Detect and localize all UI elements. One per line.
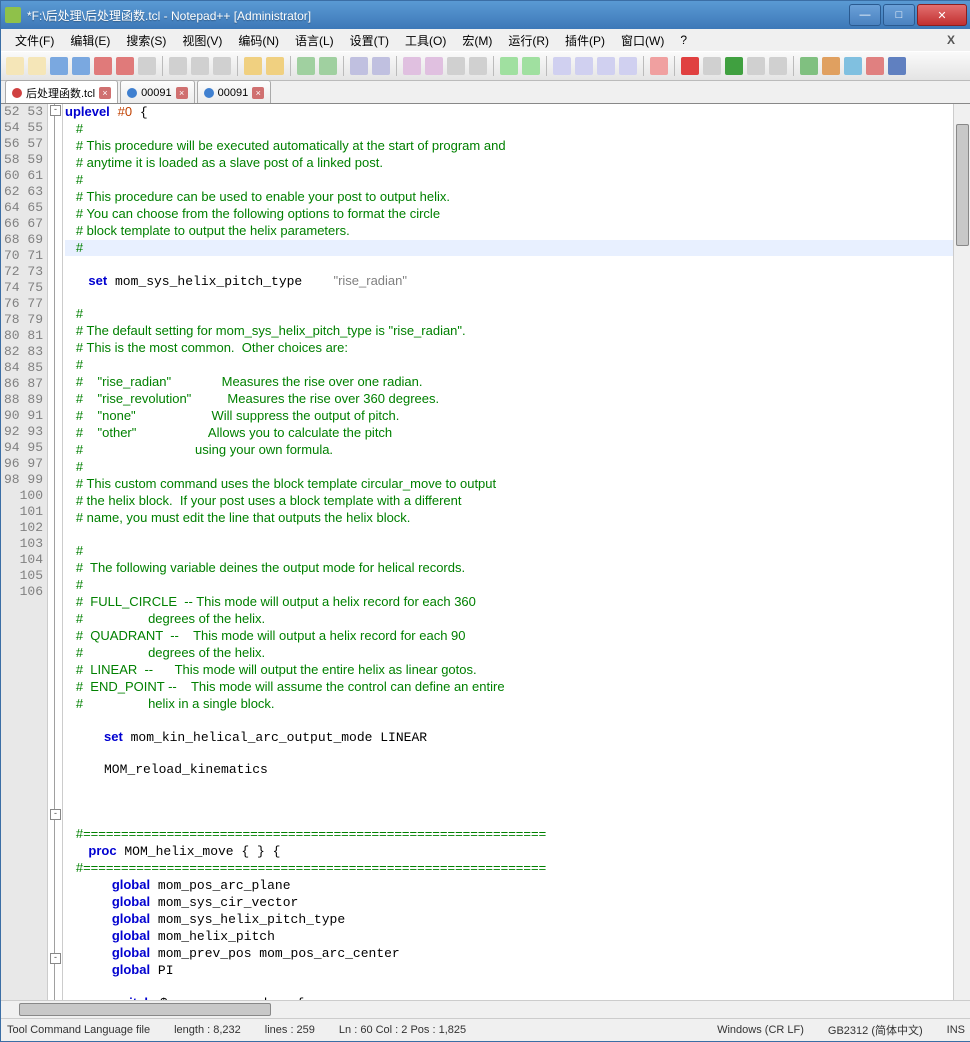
tab-label: 00091 — [218, 87, 249, 99]
close-button[interactable]: ✕ — [917, 4, 967, 26]
menu-plugins[interactable]: 插件(P) — [559, 30, 611, 51]
doclist-icon[interactable] — [553, 57, 571, 75]
menu-encoding[interactable]: 编码(N) — [232, 30, 285, 51]
misc4-icon[interactable] — [866, 57, 884, 75]
fold-box-icon[interactable]: - — [50, 809, 61, 820]
toolbar — [1, 51, 970, 81]
line-gutter: 52 53 54 55 56 57 58 59 60 61 62 63 64 6… — [1, 104, 48, 1000]
scroll-thumb[interactable] — [956, 124, 969, 246]
menu-file[interactable]: 文件(F) — [9, 30, 60, 51]
horizontal-scrollbar[interactable] — [1, 1000, 970, 1018]
tab-file-2[interactable]: 00091 × — [197, 80, 272, 103]
titlebar[interactable]: *F:\后处理\后处理函数.tcl - Notepad++ [Administr… — [1, 1, 970, 29]
menubar: 文件(F) 编辑(E) 搜索(S) 视图(V) 编码(N) 语言(L) 设置(T… — [1, 29, 970, 51]
app-icon — [5, 7, 21, 23]
savemacro-icon[interactable] — [769, 57, 787, 75]
saveall-icon[interactable] — [72, 57, 90, 75]
tab-close-icon[interactable]: × — [252, 87, 264, 99]
maximize-button[interactable]: □ — [883, 4, 915, 26]
app-window: *F:\后处理\后处理函数.tcl - Notepad++ [Administr… — [0, 0, 970, 1042]
allchars-icon[interactable] — [447, 57, 465, 75]
status-encoding: GB2312 (简体中文) — [828, 1022, 923, 1038]
vertical-scrollbar[interactable] — [953, 104, 970, 1000]
menu-window[interactable]: 窗口(W) — [615, 30, 670, 51]
fold-box-icon[interactable]: - — [50, 105, 61, 116]
cut-icon[interactable] — [169, 57, 187, 75]
status-ins: INS — [947, 1024, 965, 1036]
playmulti-icon[interactable] — [747, 57, 765, 75]
wrap-icon[interactable] — [425, 57, 443, 75]
menu-macro[interactable]: 宏(M) — [456, 30, 498, 51]
replace-icon[interactable] — [319, 57, 337, 75]
misc3-icon[interactable] — [844, 57, 862, 75]
menu-lang[interactable]: 语言(L) — [289, 30, 340, 51]
menubar-close-icon[interactable]: X — [941, 31, 963, 49]
stop-icon[interactable] — [703, 57, 721, 75]
status-length: length : 8,232 — [174, 1024, 241, 1036]
fold-box-icon[interactable]: - — [50, 953, 61, 964]
tab-close-icon[interactable]: × — [176, 87, 188, 99]
monitor-icon[interactable] — [650, 57, 668, 75]
copy-icon[interactable] — [191, 57, 209, 75]
fold-margin[interactable]: - - - — [48, 104, 63, 1000]
menu-tools[interactable]: 工具(O) — [399, 30, 452, 51]
funclist-icon[interactable] — [597, 57, 615, 75]
play-icon[interactable] — [725, 57, 743, 75]
paste-icon[interactable] — [213, 57, 231, 75]
tab-label: 后处理函数.tcl — [26, 85, 95, 101]
save-icon[interactable] — [50, 57, 68, 75]
saved-icon — [127, 88, 137, 98]
scroll-thumb[interactable] — [19, 1003, 271, 1016]
saved-icon — [204, 88, 214, 98]
docmap-icon[interactable] — [575, 57, 593, 75]
menu-edit[interactable]: 编辑(E) — [64, 30, 116, 51]
menu-help[interactable]: ? — [674, 31, 693, 49]
undo-icon[interactable] — [244, 57, 262, 75]
window-title: *F:\后处理\后处理函数.tcl - Notepad++ [Administr… — [27, 7, 847, 24]
record-icon[interactable] — [681, 57, 699, 75]
menu-view[interactable]: 视图(V) — [176, 30, 228, 51]
status-lang: Tool Command Language file — [7, 1024, 150, 1036]
tab-label: 00091 — [141, 87, 172, 99]
misc2-icon[interactable] — [822, 57, 840, 75]
folder-icon[interactable] — [619, 57, 637, 75]
editor: 52 53 54 55 56 57 58 59 60 61 62 63 64 6… — [1, 104, 970, 1000]
tab-bar: 后处理函数.tcl × 00091 × 00091 × — [1, 81, 970, 104]
fold-icon[interactable] — [500, 57, 518, 75]
menu-search[interactable]: 搜索(S) — [120, 30, 172, 51]
zoomout-icon[interactable] — [372, 57, 390, 75]
code-area[interactable]: uplevel #0 { # # This procedure will be … — [63, 104, 953, 1000]
status-eol: Windows (CR LF) — [717, 1024, 804, 1036]
closeall-icon[interactable] — [116, 57, 134, 75]
find-icon[interactable] — [297, 57, 315, 75]
tab-file-1[interactable]: 00091 × — [120, 80, 195, 103]
window-controls: — □ ✕ — [847, 4, 967, 26]
close-icon[interactable] — [94, 57, 112, 75]
open-icon[interactable] — [28, 57, 46, 75]
misc1-icon[interactable] — [800, 57, 818, 75]
tab-file-0[interactable]: 后处理函数.tcl × — [5, 80, 118, 103]
status-pos: Ln : 60 Col : 2 Pos : 1,825 — [339, 1024, 466, 1036]
new-icon[interactable] — [6, 57, 24, 75]
zoomin-icon[interactable] — [350, 57, 368, 75]
tab-close-icon[interactable]: × — [99, 87, 111, 99]
menu-run[interactable]: 运行(R) — [502, 30, 555, 51]
dropdown-icon[interactable] — [888, 57, 906, 75]
indent-icon[interactable] — [469, 57, 487, 75]
dirty-icon — [12, 88, 22, 98]
redo-icon[interactable] — [266, 57, 284, 75]
sync-icon[interactable] — [403, 57, 421, 75]
minimize-button[interactable]: — — [849, 4, 881, 26]
status-lines: lines : 259 — [265, 1024, 315, 1036]
unfold-icon[interactable] — [522, 57, 540, 75]
statusbar: Tool Command Language file length : 8,23… — [1, 1018, 970, 1041]
print-icon[interactable] — [138, 57, 156, 75]
menu-settings[interactable]: 设置(T) — [344, 30, 395, 51]
